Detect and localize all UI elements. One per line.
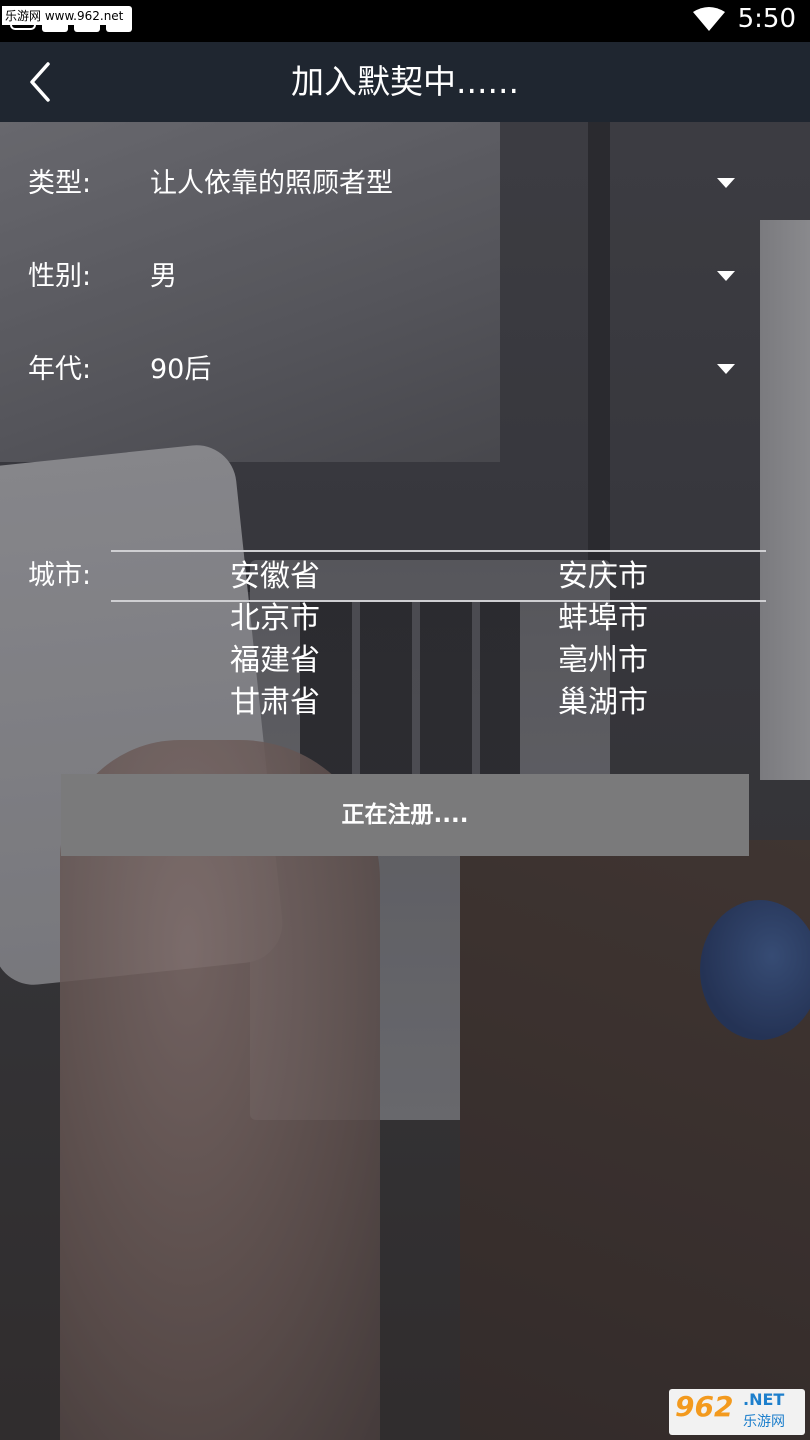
city-label: 城市: [28, 560, 92, 591]
picker-divider [111, 600, 766, 602]
type-value: 让人依靠的照顾者型 [150, 168, 393, 199]
gender-select[interactable]: 性别: 男 [0, 247, 810, 307]
watermark-cn: 乐游网 [743, 1414, 785, 1430]
dropdown-arrow-icon[interactable] [716, 269, 736, 283]
register-button[interactable]: 正在注册.... [61, 774, 749, 856]
city-option[interactable]: 巢湖市 [558, 682, 648, 724]
province-option[interactable]: 安徽省 [230, 556, 320, 598]
gender-value: 男 [150, 261, 177, 292]
type-select[interactable]: 类型: 让人依靠的照顾者型 [0, 154, 810, 214]
era-select[interactable]: 年代: 90后 [0, 340, 810, 400]
city-option[interactable]: 亳州市 [558, 640, 648, 682]
province-option[interactable]: 福建省 [230, 640, 320, 682]
status-bar: 乐游网 www.962.net 5:50 [0, 0, 810, 42]
gender-label: 性别: [28, 261, 92, 292]
era-value: 90后 [150, 354, 212, 385]
watermark-logo: 962 .NET 乐游网 [669, 1389, 805, 1435]
title-bar: 加入默契中...... [0, 42, 810, 122]
wifi-icon [692, 7, 725, 31]
dropdown-arrow-icon[interactable] [716, 362, 736, 376]
dropdown-arrow-icon[interactable] [716, 176, 736, 190]
era-label: 年代: [28, 354, 92, 385]
picker-divider [111, 550, 766, 552]
page-title: 加入默契中...... [291, 62, 519, 101]
city-wheel[interactable]: 安庆市 蚌埠市 亳州市 巢湖市 [558, 556, 648, 724]
city-option[interactable]: 蚌埠市 [558, 598, 648, 640]
province-option[interactable]: 北京市 [230, 598, 320, 640]
back-icon[interactable] [18, 58, 66, 106]
province-option[interactable]: 甘肃省 [230, 682, 320, 724]
city-picker[interactable]: 安徽省 北京市 福建省 甘肃省 安庆市 蚌埠市 亳州市 巢湖市 [111, 550, 766, 730]
city-option[interactable]: 安庆市 [558, 556, 648, 598]
clock: 5:50 [737, 4, 796, 34]
type-label: 类型: [28, 168, 92, 199]
watermark-net: .NET [743, 1390, 785, 1409]
province-wheel[interactable]: 安徽省 北京市 福建省 甘肃省 [230, 556, 320, 724]
watermark-number: 962 [675, 1390, 734, 1423]
watermark-text: 乐游网 www.962.net [2, 6, 127, 25]
